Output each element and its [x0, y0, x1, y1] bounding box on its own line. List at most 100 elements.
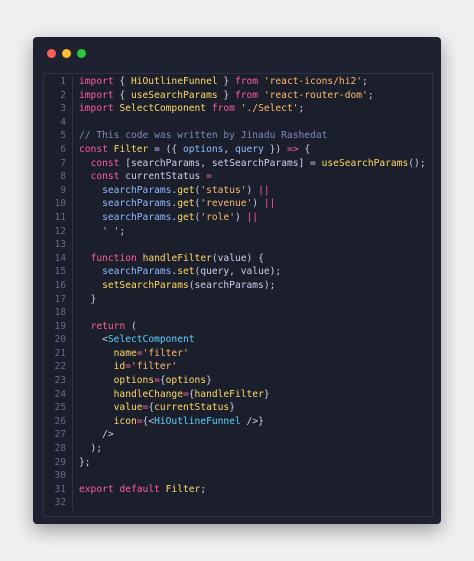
- code-text: // This code was written by Jinadu Rashe…: [79, 129, 327, 143]
- code-line: 7 const [searchParams, setSearchParams] …: [44, 156, 432, 171]
- code-line: 25 value={currentStatus}: [44, 401, 432, 415]
- code-text: const Filter = ({ options, query }) => {: [79, 143, 310, 157]
- code-text: searchParams.set(query, value);: [79, 265, 281, 279]
- code-line: 23 options={options}: [44, 374, 432, 388]
- code-token: currentStatus: [154, 402, 230, 414]
- code-token: HiOutlineFunnel: [130, 76, 218, 87]
- code-token: 'react-router-dom': [263, 89, 368, 101]
- line-number: 24: [44, 387, 73, 402]
- line-number: 25: [44, 401, 73, 415]
- code-token: [searchParams, setSearchParams] =: [119, 157, 322, 169]
- code-token: Filter: [165, 483, 201, 495]
- code-token: }: [229, 402, 235, 414]
- code-line: 28 );: [44, 442, 432, 456]
- close-dot-icon[interactable]: [47, 49, 56, 58]
- code-token: Filter: [113, 143, 149, 155]
- code-token: 'role': [200, 211, 235, 223]
- minimize-dot-icon[interactable]: [62, 49, 71, 58]
- code-token: default: [119, 483, 160, 495]
- code-token: ;: [119, 225, 126, 237]
- code-token: };: [79, 456, 91, 468]
- code-line: 19 return (: [44, 319, 432, 334]
- code-window: 1 import { HiOutlineFunnel } from 'react-…: [33, 37, 441, 524]
- code-line: 15 searchParams.set(query, value);: [44, 265, 432, 279]
- code-token: }: [79, 293, 97, 305]
- line-number: 3: [44, 102, 73, 116]
- code-line: 3 import SelectComponent from './Select';: [44, 102, 432, 116]
- code-token: set: [177, 266, 195, 278]
- window-controls: [47, 49, 86, 58]
- code-token: 'filter': [131, 361, 178, 373]
- code-line: 9 searchParams.get('status') ||: [44, 183, 432, 198]
- code-token: />}: [240, 415, 264, 427]
- line-number: 17: [44, 292, 73, 307]
- code-token: {<: [142, 415, 155, 427]
- code-text: import { HiOutlineFunnel } from 'react-i…: [79, 75, 368, 89]
- code-line: 21 name='filter': [44, 346, 432, 361]
- code-editor[interactable]: 1 import { HiOutlineFunnel } from 'react-…: [43, 73, 433, 517]
- line-number: 2: [44, 88, 73, 103]
- code-token: get: [177, 198, 195, 210]
- code-text: import SelectComponent from './Select';: [79, 102, 304, 116]
- code-text: ' ';: [79, 225, 125, 239]
- code-text: return (: [79, 320, 137, 334]
- code-line: 17 }: [44, 292, 432, 307]
- code-token: return: [90, 320, 126, 332]
- code-token: const: [90, 171, 120, 183]
- code-token: currentStatus: [119, 171, 207, 183]
- code-token: }: [217, 76, 235, 87]
- code-token: }): [263, 143, 287, 155]
- code-token: setSearchParams: [102, 279, 189, 291]
- line-number: 29: [44, 455, 73, 470]
- code-line: 14 function handleFilter(value) {: [44, 251, 432, 266]
- code-token: 'react-icons/hi2': [263, 76, 363, 87]
- line-number: 30: [44, 469, 73, 483]
- line-number: 11: [44, 210, 73, 225]
- code-line: 4: [44, 115, 432, 130]
- code-line: 24 handleChange={handleFilter}: [44, 387, 432, 402]
- line-number: 16: [44, 278, 73, 293]
- code-token: {: [113, 76, 131, 87]
- code-text: searchParams.get('revenue') ||: [79, 197, 275, 211]
- code-line: 1 import { HiOutlineFunnel } from 'react-…: [44, 75, 432, 89]
- code-token: <: [79, 334, 108, 346]
- code-text: export default Filter;: [79, 483, 206, 497]
- code-token: 'status': [200, 184, 247, 196]
- code-line: 2 import { useSearchParams } from 'react-…: [44, 88, 432, 103]
- code-text: icon={<HiOutlineFunnel />}: [79, 415, 264, 429]
- code-text: const currentStatus =: [79, 170, 212, 184]
- code-text: searchParams.get('role') ||: [79, 211, 258, 225]
- code-token: ||: [263, 198, 276, 210]
- code-text: );: [79, 442, 103, 456]
- code-token: searchParams: [102, 198, 172, 210]
- code-token: searchParams: [102, 266, 172, 278]
- code-token: useSearchParams: [130, 89, 218, 101]
- line-number: 9: [44, 183, 73, 198]
- code-line: 5 // This code was written by Jinadu Rash…: [44, 129, 432, 143]
- code-line: 32: [44, 496, 432, 510]
- code-token: (value) {: [211, 252, 264, 264]
- code-token: }: [206, 375, 212, 387]
- code-text: function handleFilter(value) {: [79, 252, 264, 266]
- code-line: 22 id='filter': [44, 360, 432, 375]
- code-token: const: [79, 143, 108, 155]
- code-token: ||: [258, 184, 270, 196]
- code-text: handleChange={handleFilter}: [79, 388, 270, 402]
- code-token: query: [234, 143, 264, 155]
- code-token: name: [113, 347, 137, 359]
- code-line: 6 const Filter = ({ options, query }) => …: [44, 142, 432, 157]
- code-token: ();: [408, 157, 426, 169]
- maximize-dot-icon[interactable]: [77, 49, 86, 58]
- line-number: 31: [44, 482, 73, 497]
- line-number: 12: [44, 224, 73, 239]
- line-number: 4: [44, 115, 73, 130]
- line-number: 20: [44, 333, 73, 347]
- code-token: {: [113, 89, 131, 101]
- code-text: }: [79, 293, 97, 307]
